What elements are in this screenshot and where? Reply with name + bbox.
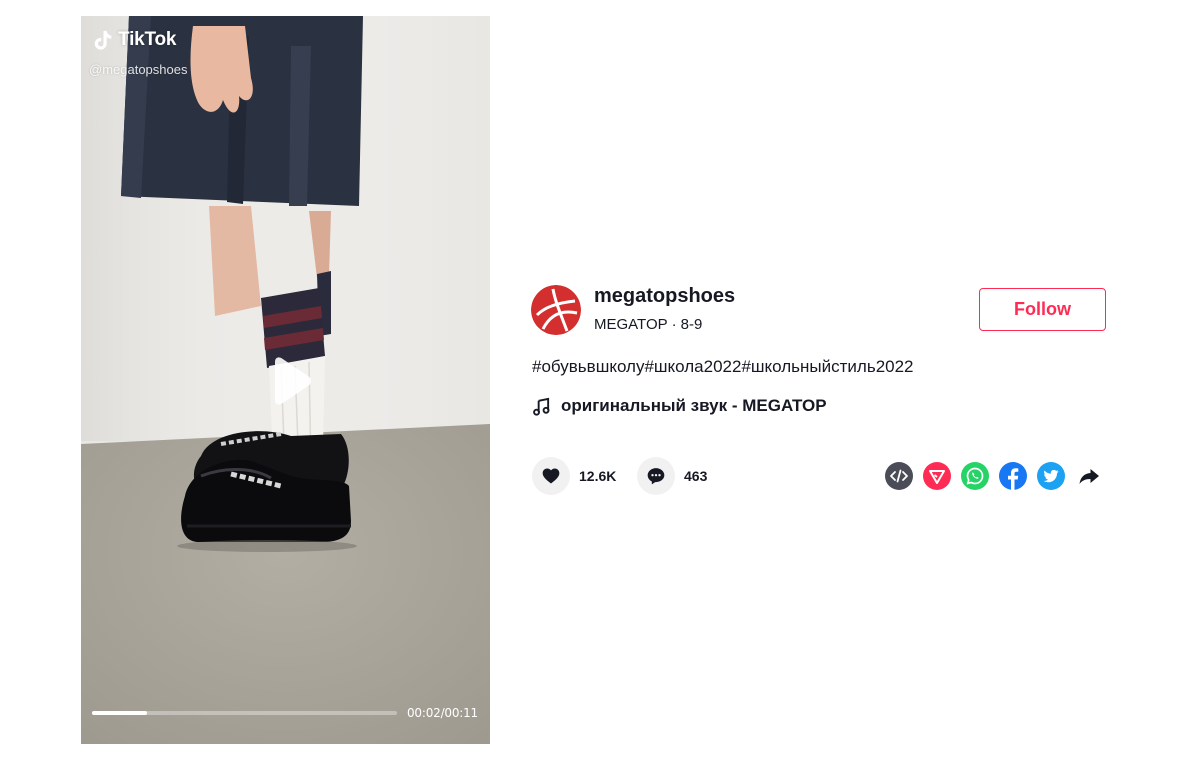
play-button[interactable] (265, 356, 313, 406)
separator-dot: · (671, 316, 677, 333)
embed-icon (885, 462, 913, 490)
author-row: megatopshoes MEGATOP · 8-9 Follow (531, 285, 1111, 337)
more-share-button[interactable] (1075, 462, 1103, 490)
like-count: 12.6K (579, 468, 617, 484)
author-username[interactable]: megatopshoes (594, 285, 735, 308)
facebook-icon (999, 462, 1027, 490)
like-circle (532, 457, 570, 495)
tiktok-brand-text: TikTok (118, 29, 177, 50)
music-note-icon (533, 397, 550, 416)
embed-button[interactable] (885, 462, 913, 490)
action-bar: 12.6K 463 (532, 457, 1107, 497)
sound-link[interactable]: оригинальный звук - MEGATOP (532, 396, 827, 416)
whatsapp-button[interactable] (961, 462, 989, 490)
share-arrow-icon (1079, 469, 1099, 484)
comment-circle (637, 457, 675, 495)
watermark-handle: @megatopshoes (89, 62, 188, 77)
follow-button[interactable]: Follow (979, 288, 1106, 331)
facebook-button[interactable] (999, 462, 1027, 490)
whatsapp-icon (961, 462, 989, 490)
twitter-icon (1037, 462, 1065, 490)
avatar[interactable] (531, 285, 581, 335)
video-player[interactable]: TikTok @megatopshoes 00:02/00:11 (81, 16, 490, 744)
video-progress-fill (92, 711, 147, 715)
video-progress-bar[interactable] (92, 711, 397, 715)
twitter-button[interactable] (1037, 462, 1065, 490)
comment-count: 463 (684, 468, 708, 484)
post-date: 8-9 (680, 316, 703, 333)
author-nickname: MEGATOP (594, 316, 668, 333)
comment-icon (647, 468, 665, 485)
send-to-friends-button[interactable] (923, 462, 951, 490)
share-bar (885, 462, 1103, 490)
sound-title: оригинальный звук - MEGATOP (561, 396, 827, 415)
comment-button[interactable]: 463 (637, 457, 707, 495)
send-to-friends-icon (923, 462, 951, 490)
tiktok-watermark: TikTok (92, 28, 176, 52)
video-time: 00:02/00:11 (406, 706, 478, 720)
video-info-panel: megatopshoes MEGATOP · 8-9 Follow #обувьвш… (531, 285, 1111, 495)
like-button[interactable]: 12.6K (532, 457, 616, 495)
megatop-logo-icon (531, 285, 581, 335)
video-description: #обувьвшколу#школа2022#школьныйстиль2022 (532, 357, 914, 376)
author-subline: MEGATOP · 8-9 (594, 316, 702, 333)
tiktok-logo-icon (94, 30, 112, 50)
heart-icon (542, 468, 560, 484)
play-icon (275, 357, 311, 405)
